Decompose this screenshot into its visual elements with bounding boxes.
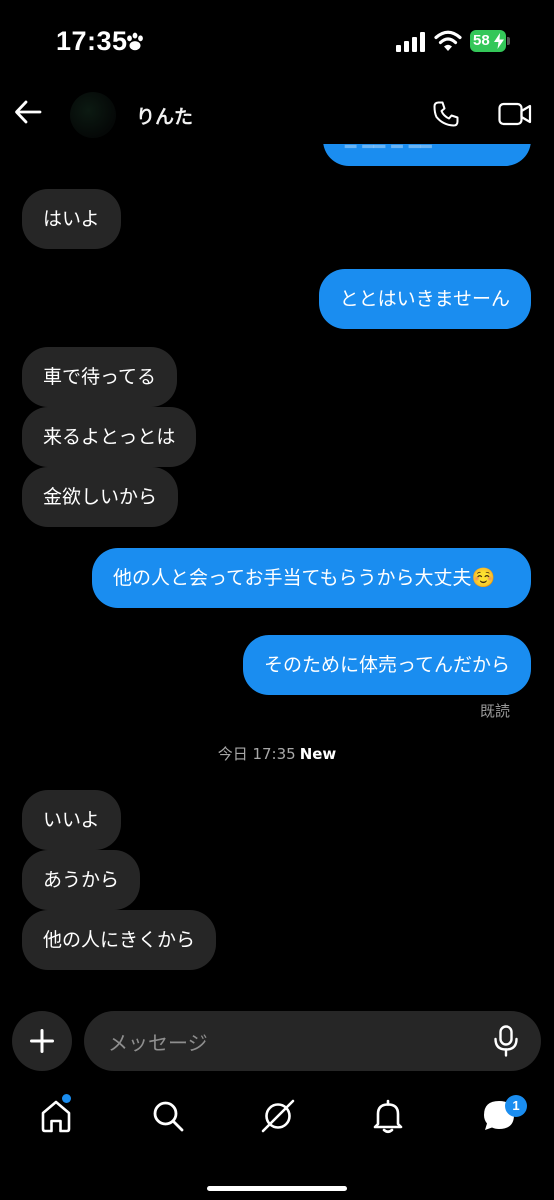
message-thread[interactable]: ━ ━━ ━ ━━ はいよ ととはいきませーん 車で待ってる 来るよとっとは 金… [0,144,554,994]
bottom-navigation [0,1084,554,1154]
battery-level: 58 [473,32,490,49]
contact-name[interactable]: りんた [136,102,193,129]
explore-icon[interactable] [260,1098,296,1134]
message-bubble-incoming[interactable]: 来るよとっとは [22,407,197,467]
messages-badge: 1 [505,1095,527,1117]
status-bar: 17:35 58 [0,0,554,84]
clipped-message-remnant: ━ ━━ ━ ━━ [345,144,432,158]
avatar[interactable] [70,92,116,138]
status-time: 17:35 [56,26,128,56]
message-input[interactable]: メッセージ [84,1011,541,1071]
message-bubble-incoming[interactable]: 金欲しいから [22,467,179,527]
notifications-bell-icon[interactable] [370,1098,406,1134]
signal-icon [396,32,425,52]
divider-timestamp: 今日 17:35 [217,745,296,763]
charging-bolt-icon [494,33,504,49]
home-icon[interactable] [38,1098,74,1134]
read-receipt: 既読 [479,702,510,720]
date-divider: 今日 17:35 New [0,743,554,764]
message-bubble-incoming[interactable]: はいよ [22,189,121,249]
home-activity-dot [62,1094,71,1103]
plus-icon-v [40,1029,44,1053]
microphone-icon[interactable] [493,1025,519,1057]
message-bubble-incoming[interactable]: いいよ [22,790,121,850]
message-bubble-outgoing[interactable]: そのために体売ってんだから [242,635,531,695]
paw-icon [127,32,143,51]
message-bubble-incoming[interactable]: あうから [22,850,141,910]
battery-cap [507,37,510,45]
video-call-icon[interactable] [498,100,532,128]
message-input-placeholder: メッセージ [108,1031,208,1055]
message-bubble-incoming[interactable]: 他の人にきくから [22,910,217,970]
home-indicator [207,1186,347,1191]
wifi-icon [434,30,462,51]
back-arrow-icon[interactable] [14,98,42,126]
chat-header: りんた [0,84,554,144]
message-bubble-outgoing[interactable]: 他の人と会ってお手当てもらうから大丈夫☺️ [92,548,531,608]
new-label: New [299,745,337,763]
add-attachment-button[interactable] [12,1011,72,1071]
message-bubble-outgoing[interactable]: ととはいきませーん [318,269,531,329]
message-bubble-clipped[interactable]: ━ ━━ ━ ━━ [323,144,531,166]
battery-indicator: 58 [470,30,506,52]
search-icon[interactable] [150,1098,186,1134]
phone-icon[interactable] [432,100,460,128]
message-bubble-incoming[interactable]: 車で待ってる [22,347,178,407]
